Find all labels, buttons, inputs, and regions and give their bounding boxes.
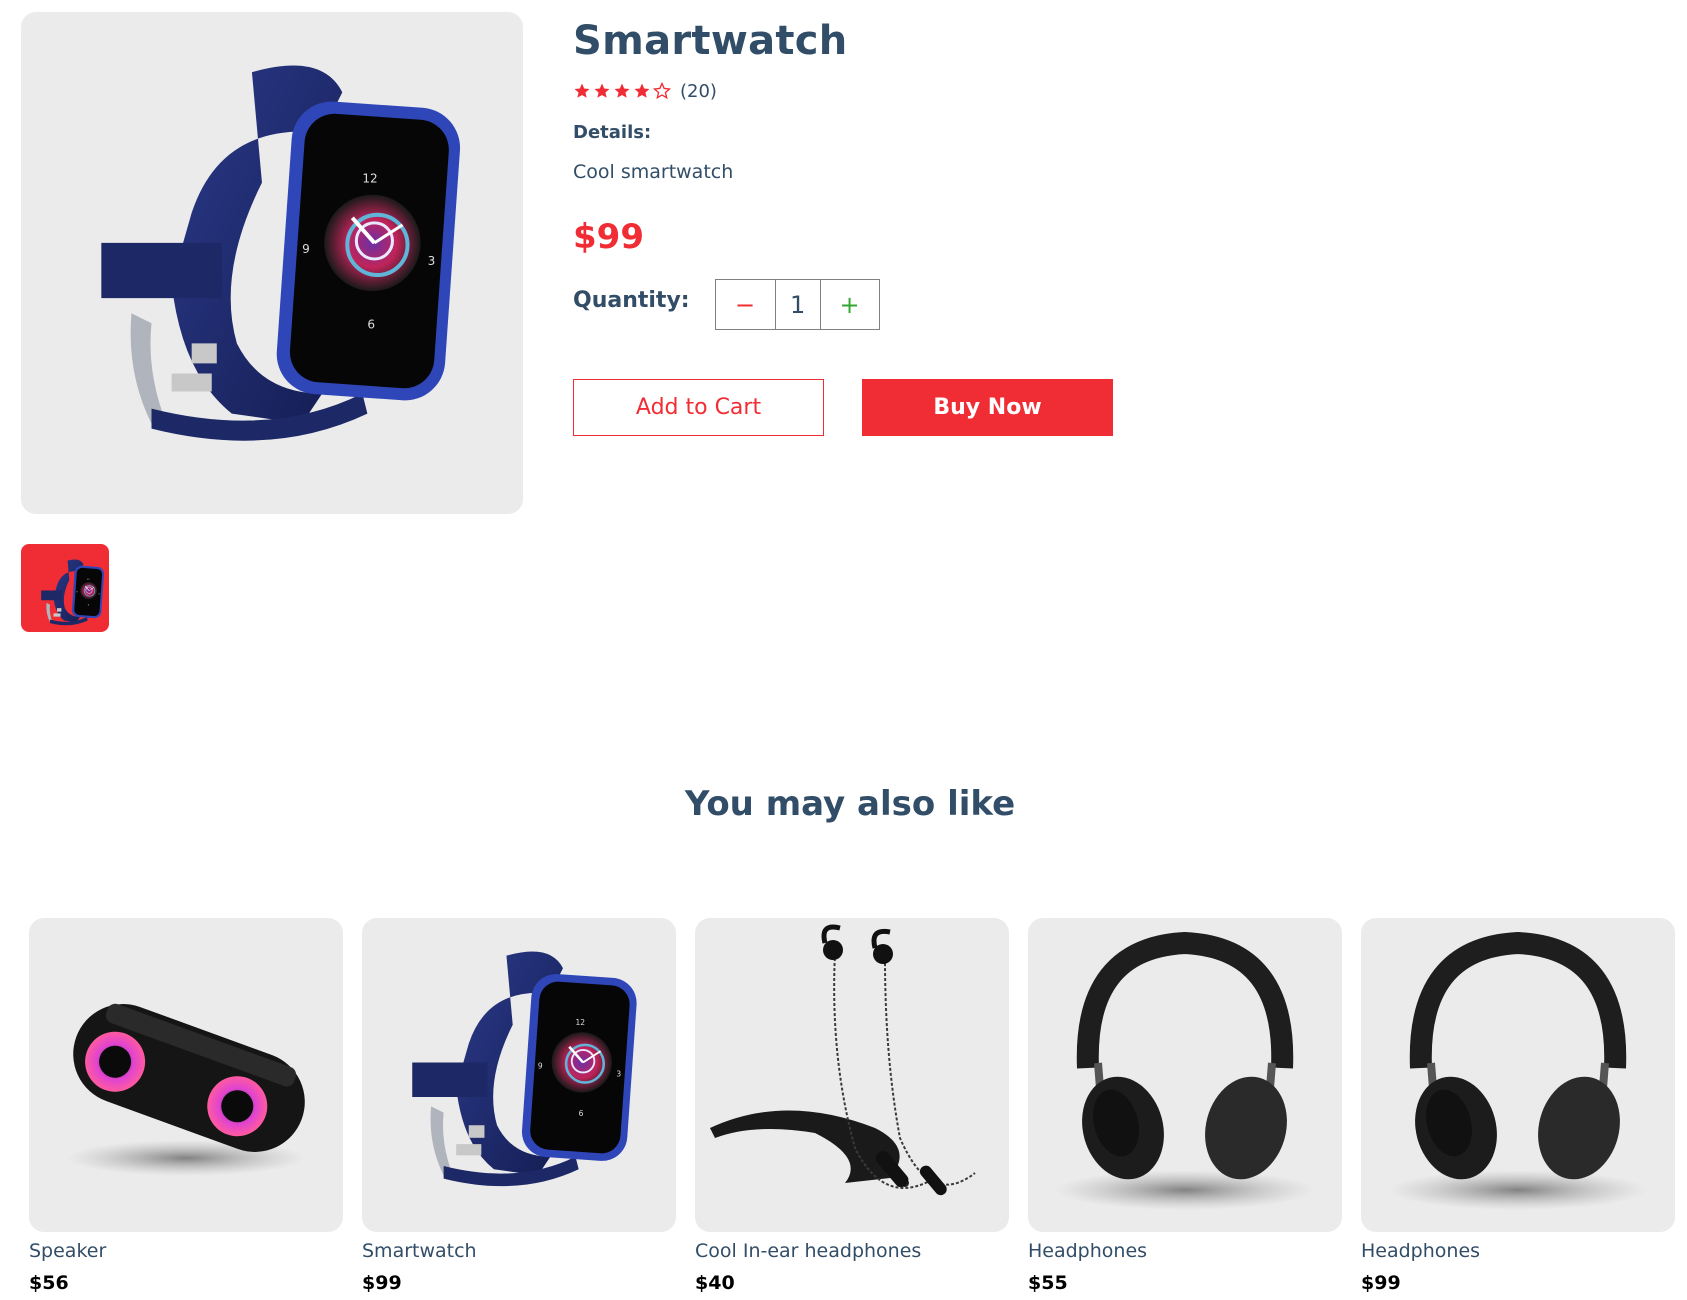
quantity-stepper: − 1 + [714,279,880,330]
quantity-value: 1 [789,290,806,319]
product-title: Smartwatch [573,18,848,64]
product-card-name: Headphones [1028,1240,1148,1262]
star-filled-icon [633,82,651,100]
product-card-headphones[interactable]: Headphones $99 [1361,918,1675,1294]
product-description: Cool smartwatch [573,161,734,183]
product-card-price: $40 [695,1272,735,1294]
product-card-image[interactable] [29,918,343,1232]
product-card-image[interactable] [362,918,676,1232]
product-card-smartwatch[interactable]: Smartwatch $99 [362,918,676,1294]
speaker-image [29,918,343,1232]
smartwatch-image [362,918,676,1232]
product-card-price: $99 [362,1272,402,1294]
details-label: Details: [573,122,652,143]
star-filled-icon [573,82,591,100]
recommendations-title: You may also like [684,784,1016,824]
star-empty-icon [653,82,671,100]
product-card-image[interactable] [1361,918,1675,1232]
product-card-speaker[interactable]: Speaker $56 [29,918,343,1294]
headphones-image [1028,918,1342,1232]
rating-stars [573,82,671,100]
quantity-row: Quantity: − 1 + [573,279,1173,330]
product-card-name: Speaker [29,1240,107,1262]
product-card-name: Cool In-ear headphones [695,1240,922,1262]
product-main-image [21,12,523,514]
action-buttons: Add to Cart Buy Now [573,379,1173,436]
product-card-price: $56 [29,1272,69,1294]
product-thumbnail[interactable] [21,544,109,632]
product-card-image[interactable] [1028,918,1342,1232]
headphones-image [1361,918,1675,1232]
product-price: $99 [573,217,644,257]
smartwatch-thumbnail [21,544,109,632]
product-details: Smartwatch (20) Details: Cool smartwatch… [573,14,1173,436]
product-card-price: $55 [1028,1272,1068,1294]
recommendations-list: Speaker $56 Smartwatch $99 Cool In-ear h… [29,918,1675,1294]
product-card-name: Smartwatch [362,1240,477,1262]
quantity-increase-button[interactable]: + [819,280,879,329]
star-filled-icon [593,82,611,100]
star-filled-icon [613,82,631,100]
product-card-name: Headphones [1361,1240,1481,1262]
product-card-price: $99 [1361,1272,1401,1294]
buy-now-button[interactable]: Buy Now [862,379,1113,436]
earphones-image [695,918,1009,1232]
quantity-label: Quantity: [573,288,690,313]
smartwatch-image [21,12,523,514]
quantity-decrease-button[interactable]: − [716,280,776,329]
product-card-earphones[interactable]: Cool In-ear headphones $40 [695,918,1009,1294]
product-rating: (20) [573,78,1173,104]
add-to-cart-button[interactable]: Add to Cart [573,379,824,436]
product-card-image[interactable] [695,918,1009,1232]
product-card-headphones[interactable]: Headphones $55 [1028,918,1342,1294]
review-count: (20) [680,80,717,102]
